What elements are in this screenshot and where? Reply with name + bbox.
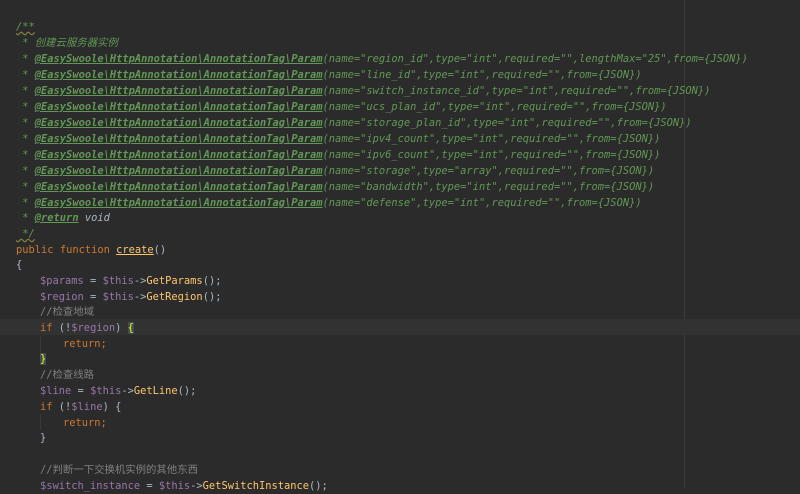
doc-comment-close: */ xyxy=(16,228,35,240)
comment-check-region: //检查地域 xyxy=(40,306,95,318)
code-line-params: $params = $this->GetParams(); xyxy=(40,275,222,287)
param-annotation-line: * @EasySwoole\HttpAnnotation\AnnotationT… xyxy=(16,117,692,129)
param-annotation-line: * @EasySwoole\HttpAnnotation\AnnotationT… xyxy=(16,133,661,145)
return-statement: return; xyxy=(63,338,107,350)
if-line-check: if (!$line) { xyxy=(40,401,122,413)
comment-check-line: //检查线路 xyxy=(40,369,95,381)
return-annotation-line: * @return void xyxy=(16,212,110,224)
indent-guide xyxy=(40,414,41,430)
return-statement: return; xyxy=(63,417,107,429)
function-brace-open: { xyxy=(16,259,23,271)
code-line-line: $line = $this->GetLine(); xyxy=(40,385,197,397)
comment-check-switch: //判断一下交换机实例的其他东西 xyxy=(40,464,198,476)
code-line-region: $region = $this->GetRegion(); xyxy=(40,291,222,303)
if-region-check: if (!$region) { xyxy=(40,322,134,334)
param-annotation-line: * @EasySwoole\HttpAnnotation\AnnotationT… xyxy=(16,149,661,161)
param-annotation-line: * @EasySwoole\HttpAnnotation\AnnotationT… xyxy=(16,165,655,177)
param-annotation-line: * @EasySwoole\HttpAnnotation\AnnotationT… xyxy=(16,85,711,97)
param-annotation-line: * @EasySwoole\HttpAnnotation\AnnotationT… xyxy=(16,69,642,81)
doc-comment-open: /** xyxy=(16,21,35,33)
if-close-brace: } xyxy=(40,351,47,367)
if-close-brace: } xyxy=(40,432,47,444)
matched-brace: { xyxy=(127,322,134,334)
param-annotation-line: * @EasySwoole\HttpAnnotation\AnnotationT… xyxy=(16,197,642,209)
right-margin-guide xyxy=(684,0,685,488)
function-signature: public function create() xyxy=(16,244,167,256)
function-name-create[interactable]: create xyxy=(116,244,154,256)
param-annotation-line: * @EasySwoole\HttpAnnotation\AnnotationT… xyxy=(16,181,655,193)
code-editor[interactable]: /** * 创建云服务器实例 * @EasySwoole\HttpAnnotat… xyxy=(0,0,800,492)
param-annotation-line: * @EasySwoole\HttpAnnotation\AnnotationT… xyxy=(16,53,748,65)
param-annotation-line: * @EasySwoole\HttpAnnotation\AnnotationT… xyxy=(16,101,667,113)
indent-guide xyxy=(40,336,41,352)
doc-comment-description: * 创建云服务器实例 xyxy=(16,37,118,49)
matched-brace: } xyxy=(40,353,47,365)
code-line-switch-instance: $switch_instance = $this->GetSwitchInsta… xyxy=(40,480,328,492)
